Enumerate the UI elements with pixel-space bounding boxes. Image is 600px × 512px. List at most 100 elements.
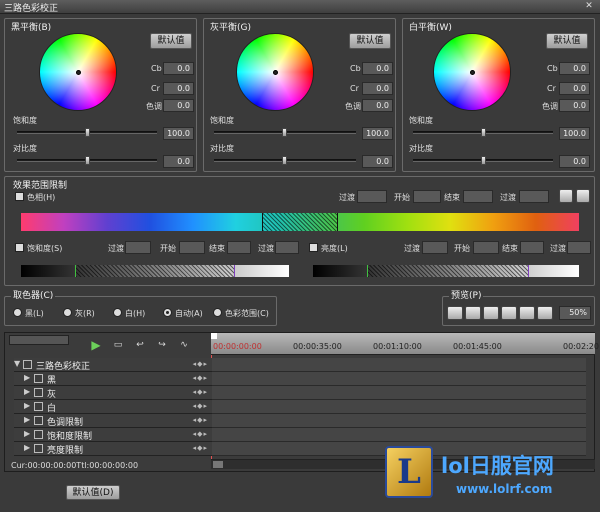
preview-split-h2-icon[interactable]: [537, 306, 553, 320]
keyframe-nav-icon[interactable]: ◂◆▸: [193, 388, 208, 396]
slider-thumb[interactable]: [85, 128, 90, 137]
track-lane[interactable]: [212, 414, 586, 428]
keyframe-nav-icon[interactable]: ◂◆▸: [193, 430, 208, 438]
track-row[interactable]: ▶ 白 ◂◆▸: [14, 400, 214, 414]
expand-icon[interactable]: ▶: [24, 373, 30, 382]
wheel-handle[interactable]: [470, 70, 475, 75]
wheel-handle[interactable]: [76, 70, 81, 75]
sat-start-field[interactable]: [179, 241, 205, 254]
gray-color-wheel[interactable]: [236, 33, 314, 111]
saturation-range-bar[interactable]: [21, 265, 289, 277]
picker-range-radio[interactable]: [213, 308, 222, 317]
black-contrast-slider[interactable]: [17, 156, 157, 165]
undo-icon[interactable]: ↩: [133, 339, 147, 351]
preview-zoom-field[interactable]: 50%: [559, 306, 591, 320]
gray-cr-field[interactable]: 0.0: [362, 82, 393, 95]
track-row[interactable]: ▶ 色调限制 ◂◆▸: [14, 414, 214, 428]
gray-cb-field[interactable]: 0.0: [362, 62, 393, 75]
hue-transition-field[interactable]: [357, 190, 387, 203]
preview-full-icon[interactable]: [465, 306, 481, 320]
histogram-right-icon[interactable]: [576, 189, 590, 203]
comment-icon[interactable]: ▭: [111, 339, 125, 351]
preview-split-v2-icon[interactable]: [501, 306, 517, 320]
picker-black-radio[interactable]: [13, 308, 22, 317]
preview-split-v-icon[interactable]: [483, 306, 499, 320]
keyframe-nav-icon[interactable]: ◂◆▸: [193, 360, 208, 368]
saturation-checkbox[interactable]: [15, 243, 24, 252]
lum-transition2-field[interactable]: [567, 241, 591, 254]
curve-icon[interactable]: ∿: [177, 339, 191, 351]
gray-default-button[interactable]: 默认值: [349, 33, 391, 49]
white-contrast-slider[interactable]: [413, 156, 553, 165]
reset-default-button[interactable]: 默认值(D): [66, 485, 120, 500]
white-cb-field[interactable]: 0.0: [559, 62, 590, 75]
black-hue-field[interactable]: 0.0: [163, 99, 194, 112]
black-saturation-slider[interactable]: [17, 128, 157, 137]
hue-end-field[interactable]: [463, 190, 493, 203]
white-cr-field[interactable]: 0.0: [559, 82, 590, 95]
track-lane[interactable]: [212, 386, 586, 400]
keyframe-nav-icon[interactable]: ◂◆▸: [193, 402, 208, 410]
histogram-left-icon[interactable]: [559, 189, 573, 203]
black-contrast-field[interactable]: 0.0: [163, 155, 194, 168]
slider-thumb[interactable]: [282, 128, 287, 137]
redo-icon[interactable]: ↪: [155, 339, 169, 351]
timeline-ruler[interactable]: 00:00:00:00 00:00:35:00 00:01:10:00 00:0…: [211, 333, 599, 355]
gray-saturation-slider[interactable]: [214, 128, 356, 137]
track-lane[interactable]: [212, 372, 586, 386]
wheel-handle[interactable]: [273, 70, 278, 75]
preview-pin-icon[interactable]: [447, 306, 463, 320]
hue-start-field[interactable]: [413, 190, 441, 203]
playhead-marker[interactable]: [211, 333, 217, 339]
track-row[interactable]: ▼ 三路色彩校正 ◂◆▸: [14, 358, 214, 372]
track-checkbox[interactable]: [34, 416, 43, 425]
track-checkbox[interactable]: [34, 402, 43, 411]
play-icon[interactable]: ▶: [89, 339, 103, 351]
picker-white-radio[interactable]: [113, 308, 122, 317]
expand-icon[interactable]: ▶: [24, 387, 30, 396]
lum-end-field[interactable]: [520, 241, 544, 254]
hue-selection-range[interactable]: [262, 213, 338, 231]
track-row[interactable]: ▶ 灰 ◂◆▸: [14, 386, 214, 400]
expand-icon[interactable]: ▶: [24, 443, 30, 452]
track-checkbox[interactable]: [34, 374, 43, 383]
white-contrast-field[interactable]: 0.0: [559, 155, 590, 168]
expand-icon[interactable]: ▶: [24, 415, 30, 424]
preview-split-h-icon[interactable]: [519, 306, 535, 320]
gray-contrast-slider[interactable]: [214, 156, 356, 165]
sat-transition2-field[interactable]: [275, 241, 299, 254]
black-saturation-field[interactable]: 100.0: [163, 127, 194, 140]
gray-hue-field[interactable]: 0.0: [362, 99, 393, 112]
brightness-range-bar[interactable]: [313, 265, 579, 277]
lum-start-field[interactable]: [473, 241, 499, 254]
keyframe-nav-icon[interactable]: ◂◆▸: [193, 444, 208, 452]
timeline-zoom-slider[interactable]: [9, 335, 69, 345]
track-row[interactable]: ▶ 黑 ◂◆▸: [14, 372, 214, 386]
white-default-button[interactable]: 默认值: [546, 33, 588, 49]
track-checkbox[interactable]: [34, 430, 43, 439]
track-lane[interactable]: [212, 358, 586, 372]
picker-auto-radio[interactable]: [163, 308, 172, 317]
sat-end-field[interactable]: [227, 241, 251, 254]
white-saturation-slider[interactable]: [413, 128, 553, 137]
keyframe-nav-icon[interactable]: ◂◆▸: [193, 374, 208, 382]
white-saturation-field[interactable]: 100.0: [559, 127, 590, 140]
black-color-wheel[interactable]: [39, 33, 117, 111]
slider-thumb[interactable]: [282, 156, 287, 165]
hue-transition2-field[interactable]: [519, 190, 549, 203]
hue-spectrum-bar[interactable]: [21, 213, 579, 231]
track-checkbox[interactable]: [34, 388, 43, 397]
picker-gray-radio[interactable]: [63, 308, 72, 317]
slider-thumb[interactable]: [85, 156, 90, 165]
brightness-selection-range[interactable]: [367, 265, 529, 277]
collapse-icon[interactable]: ▼: [14, 359, 20, 368]
lum-transition-field[interactable]: [422, 241, 448, 254]
black-default-button[interactable]: 默认值: [150, 33, 192, 49]
track-checkbox[interactable]: [34, 444, 43, 453]
expand-icon[interactable]: ▶: [24, 429, 30, 438]
black-cr-field[interactable]: 0.0: [163, 82, 194, 95]
close-button[interactable]: ✕: [582, 1, 596, 12]
expand-icon[interactable]: ▶: [24, 401, 30, 410]
brightness-checkbox[interactable]: [309, 243, 318, 252]
gray-contrast-field[interactable]: 0.0: [362, 155, 393, 168]
